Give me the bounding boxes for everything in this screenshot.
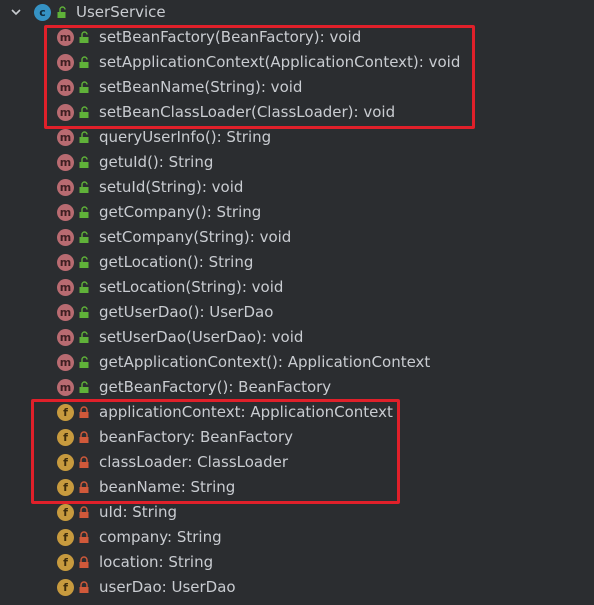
tree-node-method[interactable]: m getLocation(): String	[0, 250, 594, 275]
field-declaration: uId: String	[99, 503, 178, 521]
method-icon: m	[57, 154, 74, 171]
tree-node-class[interactable]: c UserService	[0, 0, 594, 25]
tree-node-field[interactable]: f beanName: String	[0, 475, 594, 500]
tree-node-method[interactable]: m setApplicationContext(ApplicationContex…	[0, 50, 594, 75]
tree-node-method[interactable]: m setBeanClassLoader(ClassLoader): void	[0, 100, 594, 125]
tree-node-method[interactable]: m setUserDao(UserDao): void	[0, 325, 594, 350]
method-signature: setApplicationContext(ApplicationContext…	[99, 53, 461, 71]
public-lock-icon	[79, 56, 89, 68]
private-lock-icon	[79, 456, 89, 468]
field-icon: f	[57, 404, 74, 421]
tree-node-method[interactable]: m getApplicationContext(): ApplicationCon…	[0, 350, 594, 375]
method-icon: m	[57, 254, 74, 271]
method-signature: getLocation(): String	[99, 253, 254, 271]
tree-node-method[interactable]: m setBeanFactory(BeanFactory): void	[0, 25, 594, 50]
method-icon: m	[57, 79, 74, 96]
public-lock-icon	[79, 256, 89, 268]
method-signature: getuId(): String	[99, 153, 214, 171]
private-lock-icon	[79, 531, 89, 543]
tree-node-field[interactable]: f classLoader: ClassLoader	[0, 450, 594, 475]
tree-node-method[interactable]: m setBeanName(String): void	[0, 75, 594, 100]
public-lock-icon	[79, 381, 89, 393]
method-icon: m	[57, 354, 74, 371]
field-icon: f	[57, 579, 74, 596]
method-signature: getUserDao(): UserDao	[99, 303, 274, 321]
public-lock-icon	[57, 6, 66, 18]
tree-node-field[interactable]: f beanFactory: BeanFactory	[0, 425, 594, 450]
field-declaration: applicationContext: ApplicationContext	[99, 403, 393, 421]
method-icon: m	[57, 204, 74, 221]
method-signature: setBeanName(String): void	[99, 78, 303, 96]
private-lock-icon	[79, 556, 89, 568]
chevron-down-icon[interactable]	[10, 6, 22, 18]
private-lock-icon	[79, 581, 89, 593]
field-icon: f	[57, 479, 74, 496]
method-icon: m	[57, 279, 74, 296]
field-icon: f	[57, 429, 74, 446]
tree-node-method[interactable]: m getUserDao(): UserDao	[0, 300, 594, 325]
field-declaration: classLoader: ClassLoader	[99, 453, 289, 471]
public-lock-icon	[79, 331, 89, 343]
method-icon: m	[57, 29, 74, 46]
method-icon: m	[57, 104, 74, 121]
method-icon: m	[57, 229, 74, 246]
public-lock-icon	[79, 156, 89, 168]
tree-node-method[interactable]: m setLocation(String): void	[0, 275, 594, 300]
tree-node-method[interactable]: m setuId(String): void	[0, 175, 594, 200]
public-lock-icon	[79, 31, 89, 43]
method-icon: m	[57, 54, 74, 71]
method-icon: m	[57, 379, 74, 396]
method-signature: getBeanFactory(): BeanFactory	[99, 378, 332, 396]
tree-node-method[interactable]: m setCompany(String): void	[0, 225, 594, 250]
tree-node-method[interactable]: m getCompany(): String	[0, 200, 594, 225]
method-signature: getApplicationContext(): ApplicationCont…	[99, 353, 431, 371]
private-lock-icon	[79, 431, 89, 443]
class-icon: c	[34, 4, 51, 21]
method-signature: setLocation(String): void	[99, 278, 284, 296]
method-icon: m	[57, 329, 74, 346]
method-signature: setuId(String): void	[99, 178, 244, 196]
field-declaration: company: String	[99, 528, 222, 546]
public-lock-icon	[79, 181, 89, 193]
field-declaration: location: String	[99, 553, 214, 571]
public-lock-icon	[79, 281, 89, 293]
public-lock-icon	[79, 206, 89, 218]
field-icon: f	[57, 554, 74, 571]
public-lock-icon	[79, 106, 89, 118]
method-signature: queryUserInfo(): String	[99, 128, 272, 146]
tree-node-field[interactable]: f location: String	[0, 550, 594, 575]
public-lock-icon	[79, 131, 89, 143]
tree-node-method[interactable]: m getBeanFactory(): BeanFactory	[0, 375, 594, 400]
public-lock-icon	[79, 231, 89, 243]
method-signature: setUserDao(UserDao): void	[99, 328, 304, 346]
public-lock-icon	[79, 356, 89, 368]
private-lock-icon	[79, 481, 89, 493]
field-declaration: beanFactory: BeanFactory	[99, 428, 293, 446]
method-signature: setBeanFactory(BeanFactory): void	[99, 28, 362, 46]
tree-node-method[interactable]: m queryUserInfo(): String	[0, 125, 594, 150]
method-signature: setCompany(String): void	[99, 228, 292, 246]
class-name: UserService	[76, 3, 166, 21]
field-icon: f	[57, 529, 74, 546]
method-icon: m	[57, 304, 74, 321]
tree-node-method[interactable]: m getuId(): String	[0, 150, 594, 175]
private-lock-icon	[79, 506, 89, 518]
tree-node-field[interactable]: f userDao: UserDao	[0, 575, 594, 600]
tree-node-field[interactable]: f company: String	[0, 525, 594, 550]
method-icon: m	[57, 129, 74, 146]
field-icon: f	[57, 454, 74, 471]
public-lock-icon	[79, 81, 89, 93]
method-signature: setBeanClassLoader(ClassLoader): void	[99, 103, 396, 121]
method-icon: m	[57, 179, 74, 196]
public-lock-icon	[79, 306, 89, 318]
field-icon: f	[57, 504, 74, 521]
private-lock-icon	[79, 406, 89, 418]
field-declaration: userDao: UserDao	[99, 578, 236, 596]
field-declaration: beanName: String	[99, 478, 236, 496]
method-signature: getCompany(): String	[99, 203, 262, 221]
tree-node-field[interactable]: f uId: String	[0, 500, 594, 525]
tree-node-field[interactable]: f applicationContext: ApplicationContext	[0, 400, 594, 425]
